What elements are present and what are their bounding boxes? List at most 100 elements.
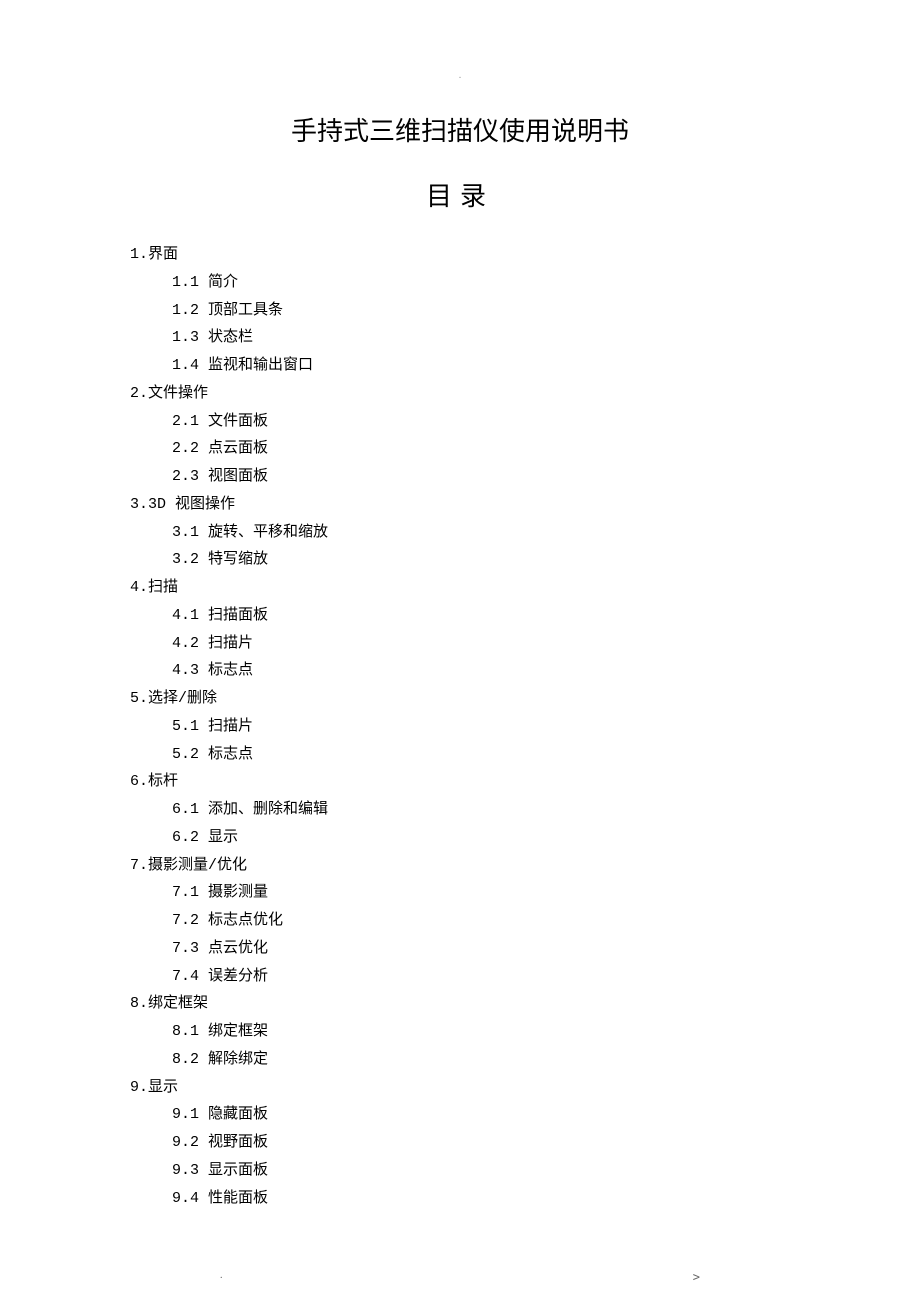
toc-item-number: 2.1 [172, 413, 199, 430]
toc-item: 2.3 视图面板 [130, 463, 790, 491]
toc-item: 7.2 标志点优化 [130, 907, 790, 935]
toc-item-number: 3.2 [172, 551, 199, 568]
toc-item: 5.1 扫描片 [130, 713, 790, 741]
toc-item: 7.4 误差分析 [130, 963, 790, 991]
toc-item-label: 解除绑定 [199, 1051, 268, 1068]
toc-section-number: 1. [130, 246, 148, 263]
toc-item-number: 7.4 [172, 968, 199, 985]
toc-item: 3.2 特写缩放 [130, 546, 790, 574]
toc-item: 4.1 扫描面板 [130, 602, 790, 630]
toc-item-label: 点云面板 [199, 440, 268, 457]
toc-item-number: 1.1 [172, 274, 199, 291]
toc-item-label: 状态栏 [199, 329, 253, 346]
document-title: 手持式三维扫描仪使用说明书 [130, 111, 790, 148]
toc-item-number: 7.3 [172, 940, 199, 957]
toc-item-label: 绑定框架 [199, 1023, 268, 1040]
toc-item-label: 特写缩放 [199, 551, 268, 568]
toc-item: 9.4 性能面板 [130, 1185, 790, 1213]
toc-item-label: 视野面板 [199, 1134, 268, 1151]
toc-section-title: 6.标杆 [130, 768, 790, 796]
toc-section-label: 界面 [148, 246, 178, 263]
toc-item-number: 9.4 [172, 1190, 199, 1207]
toc-section-number: 6. [130, 773, 148, 790]
toc-item-label: 文件面板 [199, 413, 268, 430]
toc-item: 9.2 视野面板 [130, 1129, 790, 1157]
toc-item-label: 旋转、平移和缩放 [199, 524, 328, 541]
toc-item: 3.1 旋转、平移和缩放 [130, 519, 790, 547]
toc-item-number: 7.2 [172, 912, 199, 929]
toc-item-label: 监视和输出窗口 [199, 357, 313, 374]
toc-item: 2.1 文件面板 [130, 408, 790, 436]
header-mark: . [130, 70, 790, 81]
toc-item-label: 顶部工具条 [199, 302, 283, 319]
toc-section-title: 8.绑定框架 [130, 990, 790, 1018]
toc-item: 6.1 添加、删除和编辑 [130, 796, 790, 824]
toc-item-label: 简介 [199, 274, 238, 291]
toc-item-label: 扫描面板 [199, 607, 268, 624]
toc-section-number: 8. [130, 995, 148, 1012]
toc-section-label: 绑定框架 [148, 995, 208, 1012]
toc-item-number: 5.1 [172, 718, 199, 735]
toc-section-title: 7.摄影测量/优化 [130, 852, 790, 880]
toc-item-number: 1.2 [172, 302, 199, 319]
toc-section-title: 4.扫描 [130, 574, 790, 602]
toc-section-number: 7. [130, 857, 148, 874]
toc-item: 7.1 摄影测量 [130, 879, 790, 907]
toc-item: 1.3 状态栏 [130, 324, 790, 352]
toc-section-number: 5. [130, 690, 148, 707]
toc-section-number: 2. [130, 385, 148, 402]
toc-item: 7.3 点云优化 [130, 935, 790, 963]
toc-item-number: 4.1 [172, 607, 199, 624]
toc-item-number: 1.4 [172, 357, 199, 374]
toc-item-number: 8.2 [172, 1051, 199, 1068]
toc-section-label: 显示 [148, 1079, 178, 1096]
toc-item: 9.3 显示面板 [130, 1157, 790, 1185]
toc-section-label: 3D 视图操作 [148, 496, 235, 513]
toc-item-label: 标志点 [199, 662, 253, 679]
toc-item-number: 4.3 [172, 662, 199, 679]
toc-item-number: 8.1 [172, 1023, 199, 1040]
toc-section-number: 3. [130, 496, 148, 513]
toc-item: 1.1 简介 [130, 269, 790, 297]
toc-item: 1.4 监视和输出窗口 [130, 352, 790, 380]
toc-item-number: 2.3 [172, 468, 199, 485]
toc-item: 4.3 标志点 [130, 657, 790, 685]
toc-item-label: 显示面板 [199, 1162, 268, 1179]
toc-item-number: 5.2 [172, 746, 199, 763]
toc-item-number: 2.2 [172, 440, 199, 457]
toc-item-label: 添加、删除和编辑 [199, 801, 328, 818]
toc-item-number: 1.3 [172, 329, 199, 346]
toc-item-number: 6.2 [172, 829, 199, 846]
toc-item: 4.2 扫描片 [130, 630, 790, 658]
toc-item-label: 扫描片 [199, 718, 253, 735]
toc-item-number: 7.1 [172, 884, 199, 901]
toc-item-label: 摄影测量 [199, 884, 268, 901]
toc-item-label: 视图面板 [199, 468, 268, 485]
document-page: . 手持式三维扫描仪使用说明书 目录 1.界面1.1 简介1.2 顶部工具条1.… [0, 0, 920, 1272]
toc-item-label: 标志点优化 [199, 912, 283, 929]
toc-item-label: 标志点 [199, 746, 253, 763]
toc-section-label: 标杆 [148, 773, 178, 790]
toc-item-number: 9.2 [172, 1134, 199, 1151]
toc-item: 9.1 隐藏面板 [130, 1101, 790, 1129]
toc-item: 8.2 解除绑定 [130, 1046, 790, 1074]
toc-item: 2.2 点云面板 [130, 435, 790, 463]
toc-section-label: 扫描 [148, 579, 178, 596]
toc-item-label: 隐藏面板 [199, 1106, 268, 1123]
toc-section-number: 4. [130, 579, 148, 596]
toc-section-title: 3.3D 视图操作 [130, 491, 790, 519]
toc-item-number: 3.1 [172, 524, 199, 541]
toc-item-label: 点云优化 [199, 940, 268, 957]
toc-item-number: 9.3 [172, 1162, 199, 1179]
toc-item: 8.1 绑定框架 [130, 1018, 790, 1046]
toc-item-number: 9.1 [172, 1106, 199, 1123]
toc-item-label: 误差分析 [199, 968, 268, 985]
toc-section-label: 选择/删除 [148, 690, 217, 707]
table-of-contents: 1.界面1.1 简介1.2 顶部工具条1.3 状态栏1.4 监视和输出窗口2.文… [130, 241, 790, 1212]
toc-item: 5.2 标志点 [130, 741, 790, 769]
toc-item-label: 显示 [199, 829, 238, 846]
toc-section-number: 9. [130, 1079, 148, 1096]
toc-item-label: 性能面板 [199, 1190, 268, 1207]
toc-item-label: 扫描片 [199, 635, 253, 652]
footer-left-mark: . [220, 1270, 223, 1284]
